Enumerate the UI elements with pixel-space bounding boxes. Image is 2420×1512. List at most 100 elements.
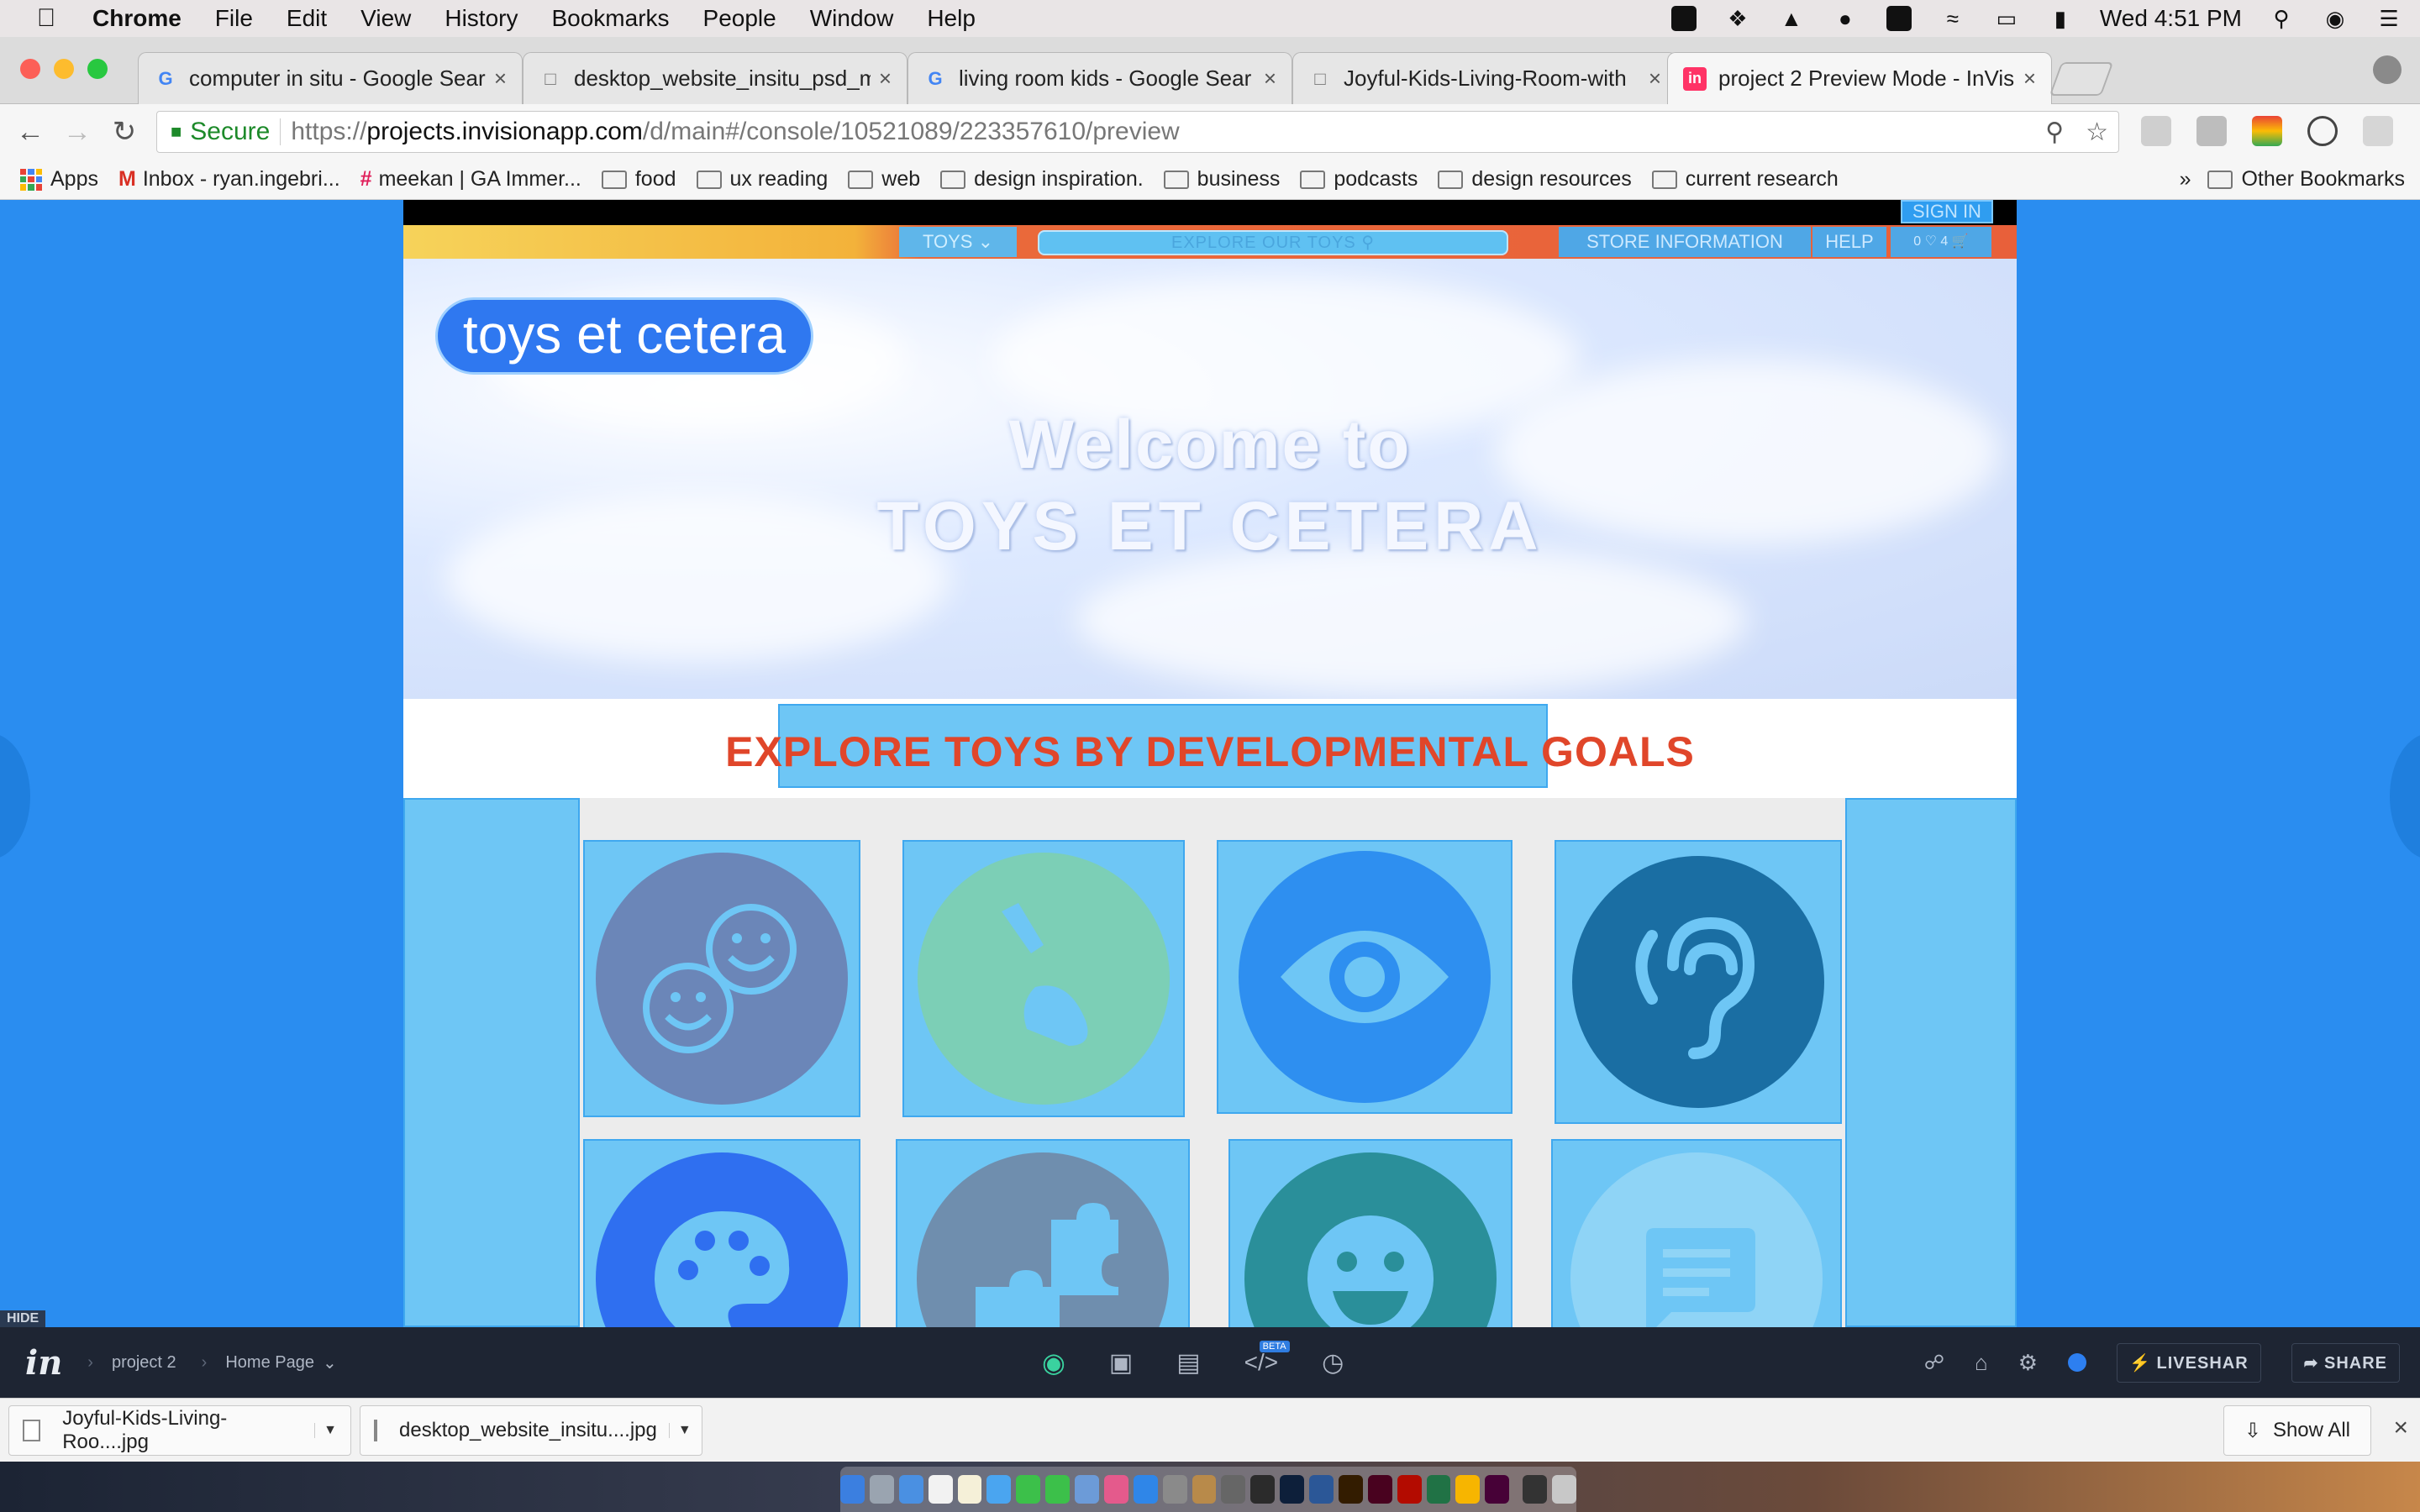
goal-card-language[interactable] (1551, 1139, 1842, 1327)
xd-icon[interactable] (1485, 1475, 1510, 1504)
liveshare-button[interactable]: ⚡ LIVESHAR (2117, 1342, 2261, 1383)
extension-icon[interactable] (2196, 116, 2227, 146)
sketch-icon[interactable] (1455, 1475, 1481, 1504)
goal-card-emotions[interactable] (583, 840, 860, 1117)
site-logo-hotspot[interactable]: toys et cetera (435, 297, 813, 375)
breadcrumb-project[interactable]: project 2 (112, 1353, 176, 1373)
download-item-desktop-website[interactable]: desktop_website_insitu....jpg ▼ (360, 1404, 702, 1456)
menu-view[interactable]: View (360, 5, 411, 32)
reload-icon[interactable]: ↻ (101, 115, 148, 149)
finder-icon[interactable] (840, 1475, 865, 1504)
zoom-window-button[interactable] (87, 59, 108, 79)
battery-icon[interactable]: ▮ (2046, 6, 2075, 31)
home-icon[interactable]: ⌂ (1975, 1350, 1988, 1376)
menu-edit[interactable]: Edit (287, 5, 327, 32)
history-mode-icon[interactable]: ◷ (1322, 1348, 1344, 1378)
address-bar[interactable]: ■ Secure https:// projects.invisionapp.c… (156, 111, 2119, 153)
airplay-icon[interactable]: ▭ (1992, 6, 2021, 31)
show-all-downloads-button[interactable]: ⇩ Show All (2223, 1405, 2371, 1456)
photoshop-icon[interactable] (1280, 1475, 1305, 1504)
share-link-icon[interactable]: ☍ (1924, 1351, 1944, 1375)
goal-card-creativity[interactable] (583, 1139, 860, 1327)
wifi-icon[interactable]: ≈ (1939, 6, 1967, 31)
tab-invision-preview[interactable]: in project 2 Preview Mode - InVis × (1667, 52, 2052, 104)
settings-gear-icon[interactable]: ⚙ (2018, 1350, 2038, 1376)
close-tab-icon[interactable]: × (494, 66, 507, 92)
bookmark-folder-design-inspiration[interactable]: design inspiration. (940, 167, 1144, 192)
tab-joyful-kids[interactable]: □ Joyful-Kids-Living-Room-with × (1292, 52, 1677, 104)
bookmarks-overflow-icon[interactable]: » (2180, 167, 2191, 192)
inspect-mode-icon[interactable]: </> BETA (1244, 1341, 1290, 1376)
download-item-joyful-kids[interactable]: Joyful-Kids-Living-Roo....jpg ▼ (8, 1404, 351, 1456)
goal-card-problem-solving[interactable] (896, 1139, 1190, 1327)
notification-center-icon[interactable]: ☰ (2375, 6, 2403, 31)
bookmark-meekan[interactable]: # meekan | GA Immer... (360, 167, 581, 192)
drive-extension-icon[interactable] (2141, 116, 2171, 146)
status-app-icon[interactable] (1670, 6, 1698, 31)
goal-card-hearing[interactable] (1555, 840, 1842, 1124)
help-dock-icon[interactable] (1221, 1475, 1246, 1504)
download-menu-arrow-icon[interactable]: ▼ (314, 1422, 337, 1438)
menu-history[interactable]: History (445, 5, 518, 32)
breadcrumb-screen[interactable]: Home Page (225, 1353, 314, 1373)
grammarly-extension-icon[interactable] (2363, 116, 2393, 146)
chrome-dock-icon[interactable] (986, 1475, 1012, 1504)
indesign-icon[interactable] (1367, 1475, 1392, 1504)
bookmark-folder-business[interactable]: business (1163, 167, 1280, 192)
download-menu-arrow-icon[interactable]: ▼ (668, 1422, 692, 1438)
share-button[interactable]: ➦ SHARE (2291, 1342, 2400, 1383)
bookmark-folder-podcasts[interactable]: podcasts (1300, 167, 1418, 192)
bookmark-folder-web[interactable]: web (848, 167, 920, 192)
bookmark-folder-food[interactable]: food (601, 167, 676, 192)
close-tab-icon[interactable]: × (1649, 66, 1661, 92)
illustrator-icon[interactable] (1338, 1475, 1363, 1504)
close-window-button[interactable] (20, 59, 40, 79)
mail-icon[interactable] (898, 1475, 923, 1504)
launchpad-icon[interactable] (869, 1475, 894, 1504)
facetime-icon[interactable] (1016, 1475, 1041, 1504)
right-column-hotspot[interactable] (1845, 798, 2017, 1327)
help-hotspot[interactable]: HELP (1812, 227, 1886, 257)
creative-cloud-icon[interactable]: ● (1831, 6, 1860, 31)
next-screen-arrow[interactable] (2390, 733, 2420, 859)
drive-icon[interactable]: ▲ (1777, 6, 1806, 31)
user-avatar[interactable] (2068, 1353, 2087, 1372)
app-store-icon[interactable] (1133, 1475, 1158, 1504)
color-extension-icon[interactable] (2252, 116, 2282, 146)
hide-toolbar-button[interactable]: HIDE (0, 1310, 46, 1327)
build-mode-icon[interactable]: ▣ (1109, 1348, 1133, 1378)
menu-people[interactable]: People (703, 5, 776, 32)
bookmark-apps[interactable]: Apps (20, 167, 98, 192)
sign-in-hotspot[interactable]: SIGN IN (1901, 200, 1993, 223)
goal-card-vision[interactable] (1217, 840, 1512, 1114)
invision-logo-icon[interactable]: in (25, 1343, 62, 1383)
menu-bookmarks[interactable]: Bookmarks (551, 5, 669, 32)
menu-window[interactable]: Window (810, 5, 894, 32)
bookmark-other-bookmarks[interactable]: Other Bookmarks (2207, 167, 2405, 192)
status-app-2-icon[interactable] (1885, 6, 1913, 31)
cart-hotspot[interactable]: 0 ♡ 4 🛒 (1891, 227, 1991, 257)
tab-google-search-2[interactable]: G living room kids - Google Sear × (908, 52, 1292, 104)
menu-chrome[interactable]: Chrome (92, 5, 182, 32)
itunes-icon[interactable] (1103, 1475, 1128, 1504)
back-arrow-icon[interactable]: ← (7, 116, 54, 149)
forward-arrow-icon[interactable]: → (54, 116, 101, 149)
previous-screen-arrow[interactable] (0, 733, 30, 859)
bookmark-folder-design-resources[interactable]: design resources (1438, 167, 1632, 192)
screen-recording-icon[interactable] (1523, 1475, 1548, 1504)
close-tab-icon[interactable]: × (1264, 66, 1276, 92)
zoom-icon[interactable]: ⚲ (2045, 118, 2064, 147)
tab-desktop-website[interactable]: □ desktop_website_insitu_psd_m × (523, 52, 908, 104)
goal-card-motor-skills[interactable] (902, 840, 1185, 1117)
photos-icon[interactable] (1075, 1475, 1099, 1504)
notes-icon[interactable] (957, 1475, 982, 1504)
goal-card-social[interactable] (1228, 1139, 1512, 1327)
minimize-window-button[interactable] (54, 59, 74, 79)
bookmark-folder-ux-reading[interactable]: ux reading (696, 167, 828, 192)
tab-google-search-1[interactable]: G computer in situ - Google Sear × (138, 52, 523, 104)
screen-dropdown-icon[interactable]: ⌄ (323, 1352, 337, 1373)
store-information-hotspot[interactable]: STORE INFORMATION (1559, 227, 1811, 257)
system-preferences-icon[interactable] (1162, 1475, 1187, 1504)
bookmark-inbox[interactable]: M Inbox - ryan.ingebri... (118, 167, 340, 192)
search-toys-hotspot[interactable]: EXPLORE OUR TOYS ⚲ (1038, 230, 1508, 255)
